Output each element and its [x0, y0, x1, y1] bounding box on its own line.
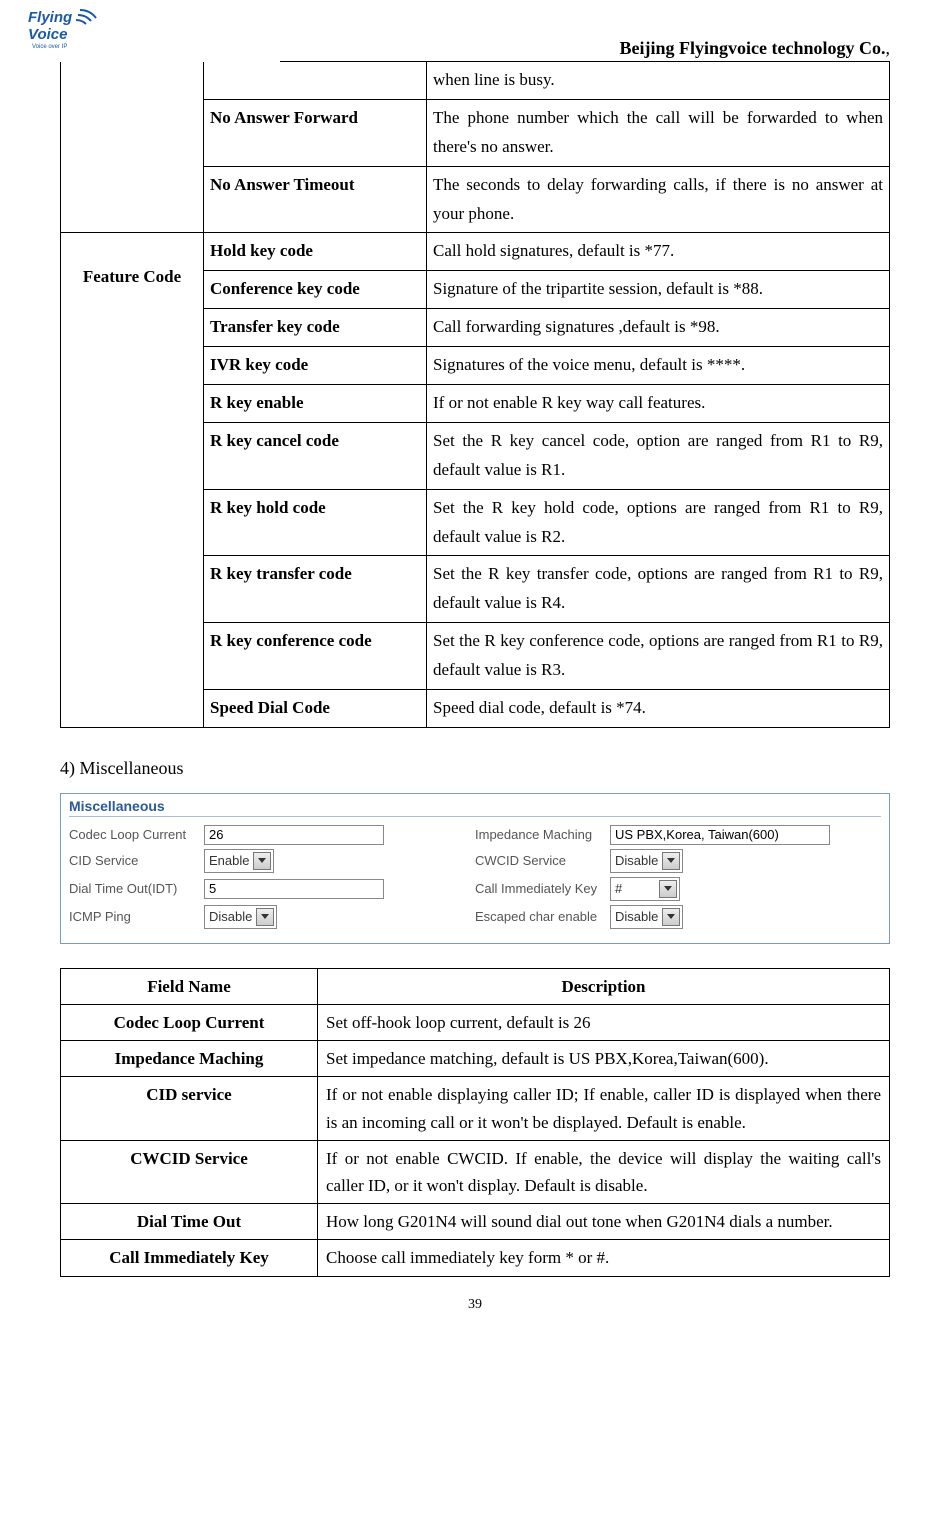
field-cell: No Answer Forward — [204, 99, 427, 166]
dial-time-out-input[interactable] — [204, 879, 384, 899]
field-cell — [204, 62, 427, 99]
feature-code-table: when line is busy. No Answer Forward The… — [60, 62, 890, 728]
select-value: Disable — [615, 909, 658, 924]
field-cell: IVR key code — [204, 347, 427, 385]
desc-cell: Call hold signatures, default is *77. — [427, 233, 890, 271]
table-row: Call Immediately KeyChoose call immediat… — [61, 1240, 890, 1276]
misc-label: Escaped char enable — [475, 909, 610, 925]
desc-cell: The phone number which the call will be … — [427, 99, 890, 166]
table-row: Dial Time OutHow long G201N4 will sound … — [61, 1204, 890, 1240]
field-cell: Conference key code — [204, 271, 427, 309]
header-tail: , — [886, 38, 891, 58]
misc-label: ICMP Ping — [69, 909, 204, 925]
field-cell: R key enable — [204, 385, 427, 423]
header-field-name: Field Name — [61, 968, 318, 1004]
field-cell: R key hold code — [204, 489, 427, 556]
chevron-down-icon — [256, 908, 274, 926]
desc-cell: Set the R key cancel code, option are ra… — [427, 422, 890, 489]
group-cell-blank — [61, 62, 204, 233]
company-name: Beijing Flyingvoice technology Co. — [620, 38, 886, 58]
field-cell: Speed Dial Code — [204, 690, 427, 728]
field-cell: Call Immediately Key — [61, 1240, 318, 1276]
desc-cell: Signatures of the voice menu, default is… — [427, 347, 890, 385]
icmp-ping-select[interactable]: Disable — [204, 905, 277, 929]
misc-label: Call Immediately Key — [475, 881, 610, 897]
field-cell: R key cancel code — [204, 422, 427, 489]
select-value: Disable — [209, 909, 252, 924]
group-cell-feature: Feature Code — [61, 233, 204, 727]
field-cell: CID service — [61, 1077, 318, 1140]
misc-panel: Miscellaneous Codec Loop Current Impedan… — [60, 793, 890, 944]
desc-cell: The seconds to delay forwarding calls, i… — [427, 166, 890, 233]
field-cell: R key transfer code — [204, 556, 427, 623]
table-row: Feature Code Hold key code Call hold sig… — [61, 233, 890, 271]
field-cell: Impedance Maching — [61, 1041, 318, 1077]
field-cell: Hold key code — [204, 233, 427, 271]
table-row: when line is busy. — [61, 62, 890, 99]
section-title-misc: 4) Miscellaneous — [60, 758, 890, 779]
chevron-down-icon — [659, 880, 677, 898]
misc-label: Impedance Maching — [475, 827, 610, 843]
chevron-down-icon — [662, 852, 680, 870]
escaped-char-enable-select[interactable]: Disable — [610, 905, 683, 929]
table-row: Impedance MachingSet impedance matching,… — [61, 1041, 890, 1077]
call-immediately-key-select[interactable]: # — [610, 877, 680, 901]
desc-cell: Call forwarding signatures ,default is *… — [427, 309, 890, 347]
field-cell: No Answer Timeout — [204, 166, 427, 233]
cwcid-service-select[interactable]: Disable — [610, 849, 683, 873]
desc-cell: Set the R key transfer code, options are… — [427, 556, 890, 623]
codec-loop-current-input[interactable] — [204, 825, 384, 845]
field-cell: Codec Loop Current — [61, 1005, 318, 1041]
svg-text:Voice over IP: Voice over IP — [32, 44, 67, 50]
field-cell: R key conference code — [204, 623, 427, 690]
desc-cell: Speed dial code, default is *74. — [427, 690, 890, 728]
table-row: CID serviceIf or not enable displaying c… — [61, 1077, 890, 1140]
desc-cell: How long G201N4 will sound dial out tone… — [318, 1204, 890, 1240]
select-value: Enable — [209, 853, 249, 868]
desc-cell: Set the R key conference code, options a… — [427, 623, 890, 690]
desc-cell: when line is busy. — [427, 62, 890, 99]
cid-service-select[interactable]: Enable — [204, 849, 274, 873]
chevron-down-icon — [253, 852, 271, 870]
misc-panel-title: Miscellaneous — [69, 798, 881, 817]
field-cell: Transfer key code — [204, 309, 427, 347]
header-description: Description — [318, 968, 890, 1004]
desc-cell: If or not enable R key way call features… — [427, 385, 890, 423]
chevron-down-icon — [662, 908, 680, 926]
page-number: 39 — [60, 1297, 890, 1313]
logo: Flying Voice Voice over IP — [28, 6, 106, 59]
table-row: Codec Loop CurrentSet off-hook loop curr… — [61, 1005, 890, 1041]
table-row: CWCID ServiceIf or not enable CWCID. If … — [61, 1140, 890, 1203]
impedance-maching-input[interactable] — [610, 825, 830, 845]
select-value: # — [615, 881, 655, 896]
svg-text:Voice: Voice — [28, 26, 67, 43]
misc-label: Dial Time Out(IDT) — [69, 881, 204, 897]
desc-cell: Choose call immediately key form * or #. — [318, 1240, 890, 1276]
misc-label: CID Service — [69, 853, 204, 869]
svg-text:Flying: Flying — [28, 9, 72, 26]
field-cell: Dial Time Out — [61, 1204, 318, 1240]
description-table: Field Name Description Codec Loop Curren… — [60, 968, 890, 1277]
page-header: Beijing Flyingvoice technology Co., — [280, 38, 890, 62]
field-cell: CWCID Service — [61, 1140, 318, 1203]
desc-cell: Set impedance matching, default is US PB… — [318, 1041, 890, 1077]
desc-cell: Set off-hook loop current, default is 26 — [318, 1005, 890, 1041]
desc-cell: If or not enable displaying caller ID; I… — [318, 1077, 890, 1140]
misc-label: Codec Loop Current — [69, 827, 204, 843]
desc-cell: If or not enable CWCID. If enable, the d… — [318, 1140, 890, 1203]
desc-cell: Set the R key hold code, options are ran… — [427, 489, 890, 556]
desc-cell: Signature of the tripartite session, def… — [427, 271, 890, 309]
table-header-row: Field Name Description — [61, 968, 890, 1004]
misc-label: CWCID Service — [475, 853, 610, 869]
select-value: Disable — [615, 853, 658, 868]
